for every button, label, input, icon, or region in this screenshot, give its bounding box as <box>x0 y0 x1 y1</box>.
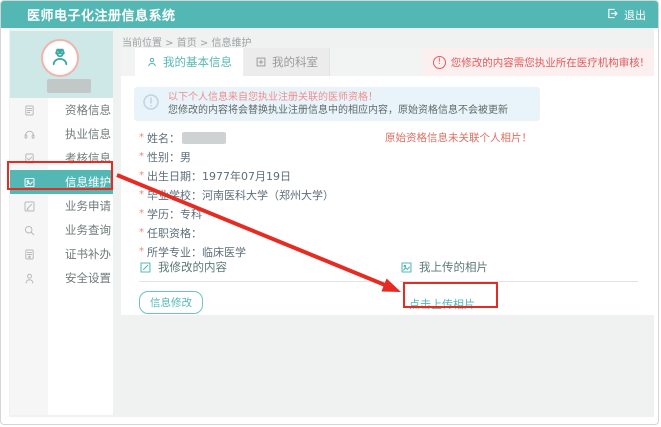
id-photo-icon <box>10 176 48 189</box>
image-square-icon <box>400 261 413 274</box>
app-title: 医师电子化注册信息系统 <box>27 5 176 24</box>
headset-icon <box>10 128 48 141</box>
logout-label: 退出 <box>624 7 646 23</box>
exclamation-circle-icon: ! <box>433 56 446 69</box>
tab-my-department[interactable]: 我的科室 <box>244 48 330 76</box>
sidebar-item-business-query[interactable]: 业务查询 <box>10 218 113 242</box>
uploaded-photo-title: 我上传的相片 <box>419 259 488 275</box>
sidebar-item-security-settings[interactable]: 安全设置 <box>10 266 113 290</box>
breadcrumb: 当前位置 > 首页 > 信息维护 <box>122 34 251 49</box>
name-value-redacted <box>182 132 226 144</box>
sidebar-item-qualification-info[interactable]: 资格信息 <box>10 98 113 122</box>
info-alert: 以下个人信息来自您执业注册关联的医师资格！ 您修改的内容将会替换执业注册信息中的… <box>134 87 540 121</box>
photo-warning-text: 原始资格信息未关联个人相片！ <box>385 130 532 145</box>
sidebar: 资格信息 执业信息 考核信息 信息维护 <box>10 31 113 415</box>
sidebar-item-label: 信息维护 <box>48 174 111 190</box>
search-icon <box>10 224 48 237</box>
tab-label: 我的科室 <box>272 54 318 70</box>
alert-line1: 以下个人信息来自您执业注册关联的医师资格！ <box>168 91 508 104</box>
field-birthdate: 出生日期 1977年07月19日 <box>139 166 334 185</box>
sidebar-menu: 资格信息 执业信息 考核信息 信息维护 <box>10 98 113 290</box>
sidebar-item-label: 业务申请 <box>48 198 111 214</box>
sidebar-item-label: 证书补办 <box>48 246 111 262</box>
uploaded-photo-header: 我上传的相片 <box>400 259 638 282</box>
app-window: 医师电子化注册信息系统 退出 <box>0 0 659 425</box>
required-asterisk <box>139 170 147 181</box>
review-notice: ! 您修改的内容需您执业所在医疗机构审核! <box>423 48 654 76</box>
modified-content-header: 我修改的内容 <box>139 259 386 282</box>
user-name-redacted <box>47 79 91 93</box>
required-asterisk <box>139 189 147 200</box>
sidebar-item-label: 安全设置 <box>48 270 111 286</box>
person-icon <box>146 56 158 68</box>
tab-content: 以下个人信息来自您执业注册关联的医师资格！ 您修改的内容将会替换执业注册信息中的… <box>121 76 654 315</box>
edit-square-icon <box>139 261 152 274</box>
edit-doc-icon <box>10 200 48 213</box>
sidebar-item-label: 业务查询 <box>48 222 111 238</box>
field-name: 姓名 <box>139 128 334 147</box>
logout-button[interactable]: 退出 <box>606 1 646 28</box>
doctor-icon <box>48 44 72 72</box>
sidebar-item-practice-info[interactable]: 执业信息 <box>10 122 113 146</box>
info-modify-button[interactable]: 信息修改 <box>139 291 203 314</box>
required-asterisk <box>139 208 147 219</box>
field-graduate-school: 毕业学校 河南医科大学（郑州大学） <box>139 185 334 204</box>
field-value: 临床医学 <box>202 244 246 260</box>
info-circle-icon <box>142 93 160 115</box>
required-asterisk <box>139 227 147 238</box>
checklist-icon <box>10 152 48 165</box>
review-notice-text: 您修改的内容需您执业所在医疗机构审核! <box>451 55 644 70</box>
certificate-icon <box>10 248 48 261</box>
field-value: 男 <box>180 149 191 165</box>
profile-fields: 姓名 性别 男 出生日期 1977年07月19日 毕业学校 河南医科大学（郑州大… <box>139 128 334 261</box>
user-lock-icon <box>10 272 48 285</box>
required-asterisk <box>139 151 147 162</box>
upload-photo-link[interactable]: 点击上传相片 <box>409 296 475 312</box>
alert-line2: 您修改的内容将会替换执业注册信息中的相应内容，原始资格信息不会被更新 <box>168 104 508 117</box>
field-value: 河南医科大学（郑州大学） <box>202 187 334 203</box>
sidebar-item-business-apply[interactable]: 业务申请 <box>10 194 113 218</box>
tab-label: 我的基本信息 <box>163 54 232 70</box>
plus-box-icon <box>255 56 267 68</box>
app-header: 医师电子化注册信息系统 退出 <box>1 1 658 28</box>
required-asterisk <box>139 132 147 143</box>
sidebar-item-assessment-info[interactable]: 考核信息 <box>10 146 113 170</box>
avatar <box>41 39 79 77</box>
field-gender: 性别 男 <box>139 147 334 166</box>
modified-content-section: 我修改的内容 信息修改 <box>139 259 386 314</box>
sidebar-item-info-maintenance[interactable]: 信息维护 <box>10 170 113 194</box>
main-card: 我的基本信息 我的科室 ! 您修改的内容需您执业所在医疗机构审核! 以下个人信息… <box>121 48 654 315</box>
logout-icon <box>606 7 619 23</box>
sidebar-item-label: 执业信息 <box>48 126 111 142</box>
tab-my-basic-info[interactable]: 我的基本信息 <box>135 48 244 76</box>
avatar-panel <box>10 31 113 98</box>
field-value: 专科 <box>180 206 202 222</box>
sidebar-item-label: 考核信息 <box>48 150 111 166</box>
document-icon <box>10 104 48 117</box>
tab-bar: 我的基本信息 我的科室 ! 您修改的内容需您执业所在医疗机构审核! <box>121 48 654 76</box>
sidebar-item-certificate-reissue[interactable]: 证书补办 <box>10 242 113 266</box>
field-education: 学历 专科 <box>139 204 334 223</box>
uploaded-photo-section: 我上传的相片 点击上传相片 <box>400 259 638 312</box>
field-value: 1977年07月19日 <box>202 168 291 184</box>
sidebar-item-label: 资格信息 <box>48 102 111 118</box>
field-post-qualification: 任职资格 <box>139 223 334 242</box>
modified-content-title: 我修改的内容 <box>158 259 227 275</box>
required-asterisk <box>139 246 147 257</box>
